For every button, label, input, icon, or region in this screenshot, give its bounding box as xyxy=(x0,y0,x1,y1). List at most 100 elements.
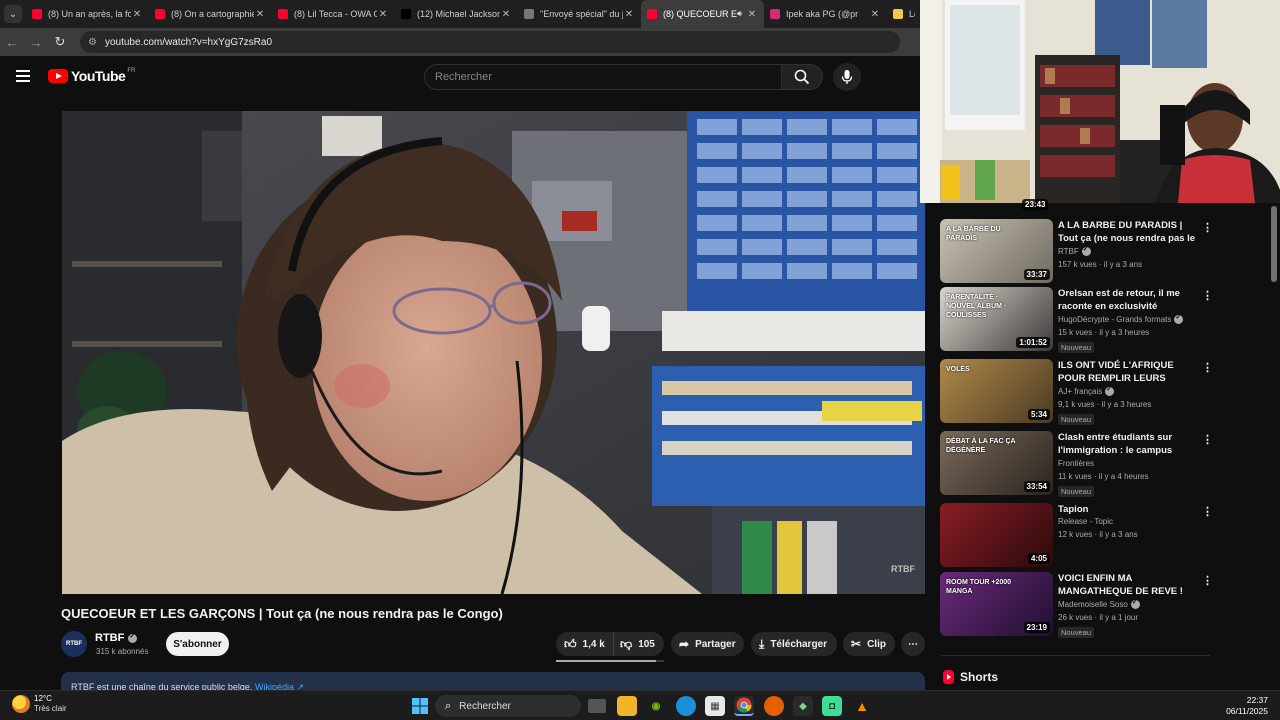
recommended-channel[interactable]: Frontières xyxy=(1058,459,1094,468)
recommended-video-title[interactable]: Orelsan est de retour, il me raconte en … xyxy=(1058,287,1196,313)
forward-icon[interactable]: → xyxy=(24,35,48,50)
chrome-icon[interactable] xyxy=(734,696,754,716)
more-options-icon[interactable]: ⋮ xyxy=(1202,289,1213,302)
recommended-video-title[interactable]: A LA BARBE DU PARADIS | Tout ça (ne nous… xyxy=(1058,219,1196,246)
search-button[interactable] xyxy=(781,64,823,90)
close-tab-icon[interactable]: ✕ xyxy=(746,9,758,20)
discord-like-icon[interactable]: ◘ xyxy=(822,696,842,716)
recommended-video[interactable]: VOLÉS 5:34 ILS ONT VIDÉ L'AFRIQUE POUR REM… xyxy=(940,359,1213,425)
recommended-video-title[interactable]: Clash entre étudiants sur l'immigration … xyxy=(1058,431,1196,458)
browser-tab[interactable]: (8) On a cartographié ✕ xyxy=(149,0,272,28)
microphone-icon xyxy=(841,70,853,84)
recommended-channel[interactable]: Mademoiselle Soso xyxy=(1058,598,1140,609)
share-button[interactable]: ➦ Partager xyxy=(671,632,744,656)
firefox-icon[interactable] xyxy=(764,696,784,716)
like-button[interactable]: 👍︎ 1,4 k xyxy=(556,632,613,656)
recommended-video-title[interactable]: VOICI ENFIN MA MANGATHEQUE DE REVE ! (et… xyxy=(1058,572,1196,599)
back-icon[interactable]: ← xyxy=(0,35,24,50)
browser-tab[interactable]: Le xyxy=(887,0,921,28)
description-box[interactable]: RTBF est une chaîne du service public be… xyxy=(61,672,925,692)
browser-tab[interactable]: Ipek aka PG (@pr ✕ xyxy=(764,0,887,28)
recommended-channel-name: RTBF xyxy=(1058,247,1079,256)
recommended-video-meta: 15 k vues · il y a 3 heures xyxy=(1058,328,1150,337)
recommended-channel[interactable]: AJ+ français xyxy=(1058,385,1115,396)
recommended-channel-name: Mademoiselle Soso xyxy=(1058,600,1128,609)
browser-tab[interactable]: (12) Michael Jackson ✕ xyxy=(395,0,518,28)
close-tab-icon[interactable]: ✕ xyxy=(131,9,143,20)
recommended-channel[interactable]: HugoDécrypte - Grands formats xyxy=(1058,313,1184,324)
more-options-icon[interactable]: ⋮ xyxy=(1202,505,1213,518)
close-tab-icon[interactable]: ✕ xyxy=(623,9,635,20)
speaker-icon[interactable]: 🔊︎ xyxy=(737,9,742,19)
file-explorer-icon[interactable] xyxy=(617,696,637,716)
channel-avatar[interactable]: RTBF xyxy=(61,631,87,657)
instagram-icon xyxy=(770,9,780,19)
browser-tab[interactable]: (8) Un an après, la fol ✕ xyxy=(26,0,149,28)
recommended-video[interactable]: PARENTALITÉ · NOUVEL ALBUM · COULISSES 1:… xyxy=(940,287,1213,353)
shorts-section-header[interactable]: Shorts xyxy=(943,670,998,684)
nvidia-icon[interactable]: ◉ xyxy=(646,696,666,716)
more-options-icon[interactable]: ⋮ xyxy=(1202,574,1213,587)
video-thumbnail[interactable]: A LA BARBE DU PARADIS 33:37 xyxy=(940,219,1053,283)
reload-icon[interactable]: ↻ xyxy=(48,34,72,50)
country-code: FR xyxy=(127,68,136,74)
recommended-channel-name: HugoDécrypte - Grands formats xyxy=(1058,315,1172,324)
more-options-icon[interactable]: ⋮ xyxy=(1202,433,1213,446)
shorts-icon xyxy=(943,670,954,684)
recommended-video[interactable]: A LA BARBE DU PARADIS 33:37 A LA BARBE DU … xyxy=(940,219,1213,283)
browser-tab[interactable]: "Envoyé spécial" du j ✕ xyxy=(518,0,641,28)
close-tab-icon[interactable]: ✕ xyxy=(254,9,266,20)
video-watermark: RTBF xyxy=(891,564,915,574)
video-duration: 33:54 xyxy=(1023,481,1050,492)
youtube-logo[interactable]: YouTube FR xyxy=(48,68,135,84)
video-thumbnail[interactable]: PARENTALITÉ · NOUVEL ALBUM · COULISSES 1:… xyxy=(940,287,1053,351)
divider xyxy=(940,655,1210,656)
voice-search-button[interactable] xyxy=(833,63,861,91)
clip-button[interactable]: ✂ Clip xyxy=(843,632,895,656)
windows-start-icon[interactable] xyxy=(410,696,430,716)
recommended-video[interactable]: 4:05 Tapion Release - Topic 12 k vues · il … xyxy=(940,503,1213,567)
task-view-icon[interactable] xyxy=(588,699,606,713)
system-clock[interactable]: 22:37 06/11/2025 xyxy=(1226,695,1268,717)
recommended-channel[interactable]: RTBF xyxy=(1058,245,1091,256)
download-button[interactable]: ⤓ Télécharger xyxy=(751,632,837,656)
recommended-video[interactable]: DÉBAT À LA FAC ÇA DÉGÉNÈRE 33:54 Clash ent… xyxy=(940,431,1213,497)
video-thumbnail[interactable]: ROOM TOUR +2000 MANGA 23:19 xyxy=(940,572,1053,636)
close-tab-icon[interactable]: ✕ xyxy=(377,9,389,20)
video-thumbnail[interactable]: VOLÉS 5:34 xyxy=(940,359,1053,423)
verified-icon xyxy=(1130,598,1140,609)
taskbar-search[interactable]: ⌕ Rechercher xyxy=(435,695,581,717)
video-player[interactable]: RTBF xyxy=(62,111,925,594)
vlc-icon[interactable]: ▲ xyxy=(852,696,872,716)
youtube-logo-text: YouTube xyxy=(71,68,126,84)
subscribe-button[interactable]: S'abonner xyxy=(166,632,229,656)
more-actions-button[interactable]: ⋯ xyxy=(901,632,925,656)
recommended-video-title[interactable]: ILS ONT VIDÉ L'AFRIQUE POUR REMPLIR LEUR… xyxy=(1058,359,1196,386)
close-tab-icon[interactable]: ✕ xyxy=(500,9,512,20)
app-icon[interactable]: ◆ xyxy=(793,696,813,716)
close-tab-icon[interactable]: ✕ xyxy=(869,9,881,20)
download-label: Télécharger xyxy=(770,638,828,650)
scrollbar[interactable] xyxy=(1271,206,1277,282)
recommended-channel[interactable]: Release - Topic xyxy=(1058,517,1113,526)
browser-tab[interactable]: (8) Lil Tecca - OWA O ✕ xyxy=(272,0,395,28)
tab-title: (12) Michael Jackson xyxy=(417,9,500,19)
video-thumbnail[interactable]: 4:05 xyxy=(940,503,1053,567)
channel-name[interactable]: RTBF xyxy=(95,632,138,644)
site-info-icon[interactable]: ⚙ xyxy=(88,37,97,48)
tab-search-button[interactable]: ⌄ xyxy=(0,0,26,28)
store-icon[interactable]: ▦ xyxy=(705,696,725,716)
video-thumbnail[interactable]: DÉBAT À LA FAC ÇA DÉGÉNÈRE 33:54 xyxy=(940,431,1053,495)
recommended-video-title[interactable]: Tapion xyxy=(1058,503,1196,516)
search-input[interactable]: Rechercher xyxy=(424,64,782,90)
more-options-icon[interactable]: ⋮ xyxy=(1202,361,1213,374)
url-field[interactable]: ⚙ youtube.com/watch?v=hxYgG7zsRa0 xyxy=(80,31,900,53)
edge-icon[interactable] xyxy=(676,696,696,716)
dislike-button[interactable]: 👎︎ 105 xyxy=(613,632,664,656)
browser-tab[interactable]: (8) QUECOEUR ET 🔊︎ ✕ xyxy=(641,0,764,28)
like-ratio-bar xyxy=(556,660,664,662)
menu-icon[interactable] xyxy=(16,70,30,82)
more-options-icon[interactable]: ⋮ xyxy=(1202,221,1213,234)
recommended-video[interactable]: ROOM TOUR +2000 MANGA 23:19 VOICI ENFIN MA… xyxy=(940,572,1213,638)
weather-widget[interactable]: 12°C Très clair xyxy=(12,694,67,714)
